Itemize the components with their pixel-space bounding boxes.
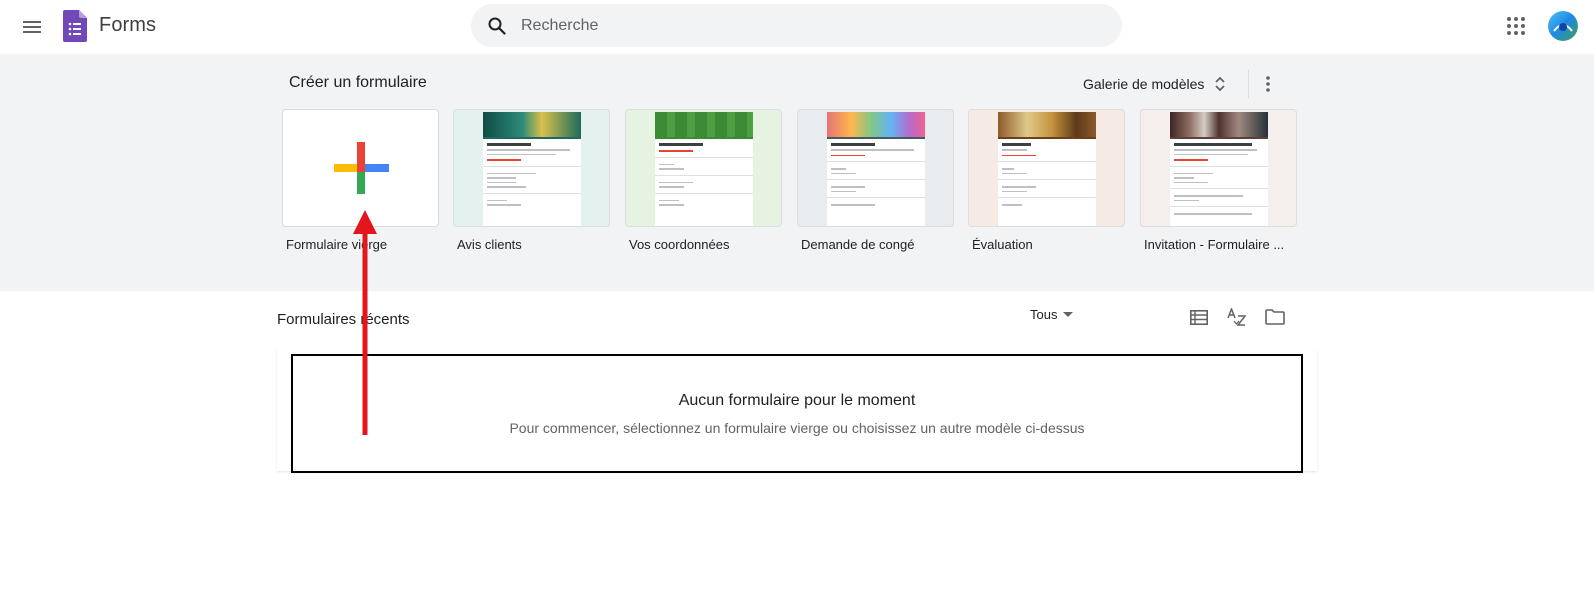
template-card-demande-de-conge[interactable]: Demande de congé (797, 109, 954, 252)
owner-filter-value: Tous (1030, 307, 1058, 322)
folder-icon (1265, 309, 1285, 325)
hamburger-menu-icon (23, 21, 41, 33)
template-thumbnail[interactable] (968, 109, 1125, 227)
template-label: Demande de congé (801, 237, 915, 252)
empty-state-subtitle: Pour commencer, sélectionnez un formulai… (509, 420, 1085, 436)
template-card-invitation[interactable]: Invitation - Formulaire ... (1140, 109, 1297, 252)
more-options-button[interactable] (1256, 70, 1280, 98)
recent-forms-heading: Formulaires récents (277, 311, 410, 328)
dropdown-arrow-icon (1063, 311, 1074, 317)
highlight-box (291, 354, 1303, 473)
open-file-picker-button[interactable] (1263, 305, 1287, 329)
template-thumbnail[interactable] (282, 109, 439, 227)
app-name[interactable]: Forms (99, 14, 156, 37)
form-preview-image (1170, 112, 1268, 226)
form-preview-image (655, 112, 753, 226)
list-view-button[interactable] (1187, 305, 1211, 329)
account-avatar[interactable] (1548, 11, 1578, 41)
search-input[interactable] (521, 16, 1081, 35)
form-preview-image (483, 112, 581, 226)
template-card-avis-clients[interactable]: Avis clients (453, 109, 610, 252)
template-gallery-button[interactable]: Galerie de modèles (1083, 70, 1226, 98)
template-gallery-section: Créer un formulaire Galerie de modèles F… (0, 54, 1594, 291)
main-menu-button[interactable] (16, 11, 48, 43)
owner-filter-dropdown[interactable]: Tous (1030, 307, 1074, 322)
template-thumbnail[interactable] (1140, 109, 1297, 227)
create-form-heading: Créer un formulaire (289, 74, 427, 91)
google-apps-button[interactable] (1504, 14, 1528, 38)
template-card-vos-coordonnees[interactable]: Vos coordonnées (625, 109, 782, 252)
search-icon[interactable] (485, 14, 509, 38)
toolbar-divider (1248, 70, 1249, 98)
template-label: Invitation - Formulaire ... (1144, 237, 1285, 252)
form-preview-image (827, 112, 925, 226)
forms-logo-icon[interactable] (63, 10, 87, 42)
template-thumbnail[interactable] (453, 109, 610, 227)
template-card-evaluation[interactable]: Évaluation (968, 109, 1125, 252)
form-preview-image (998, 112, 1096, 226)
search-bar[interactable] (471, 4, 1122, 47)
template-label: Avis clients (457, 237, 522, 252)
list-view-icon (1190, 309, 1208, 325)
template-gallery-label: Galerie de modèles (1083, 76, 1205, 92)
sort-by-alpha-icon (1227, 308, 1247, 326)
template-label: Formulaire vierge (286, 237, 388, 252)
unfold-more-icon (1215, 76, 1226, 92)
sort-options-button[interactable] (1225, 305, 1249, 329)
template-thumbnail[interactable] (625, 109, 782, 227)
plus-icon (334, 142, 389, 194)
empty-state-title: Aucun formulaire pour le moment (678, 392, 916, 409)
template-card-blank[interactable]: Formulaire vierge (282, 109, 439, 252)
more-vert-icon (1266, 76, 1270, 92)
google-apps-grid-icon (1507, 17, 1525, 35)
template-label: Vos coordonnées (629, 237, 730, 252)
top-app-bar: Forms (0, 0, 1594, 54)
template-label: Évaluation (972, 237, 1033, 252)
template-thumbnail[interactable] (797, 109, 954, 227)
